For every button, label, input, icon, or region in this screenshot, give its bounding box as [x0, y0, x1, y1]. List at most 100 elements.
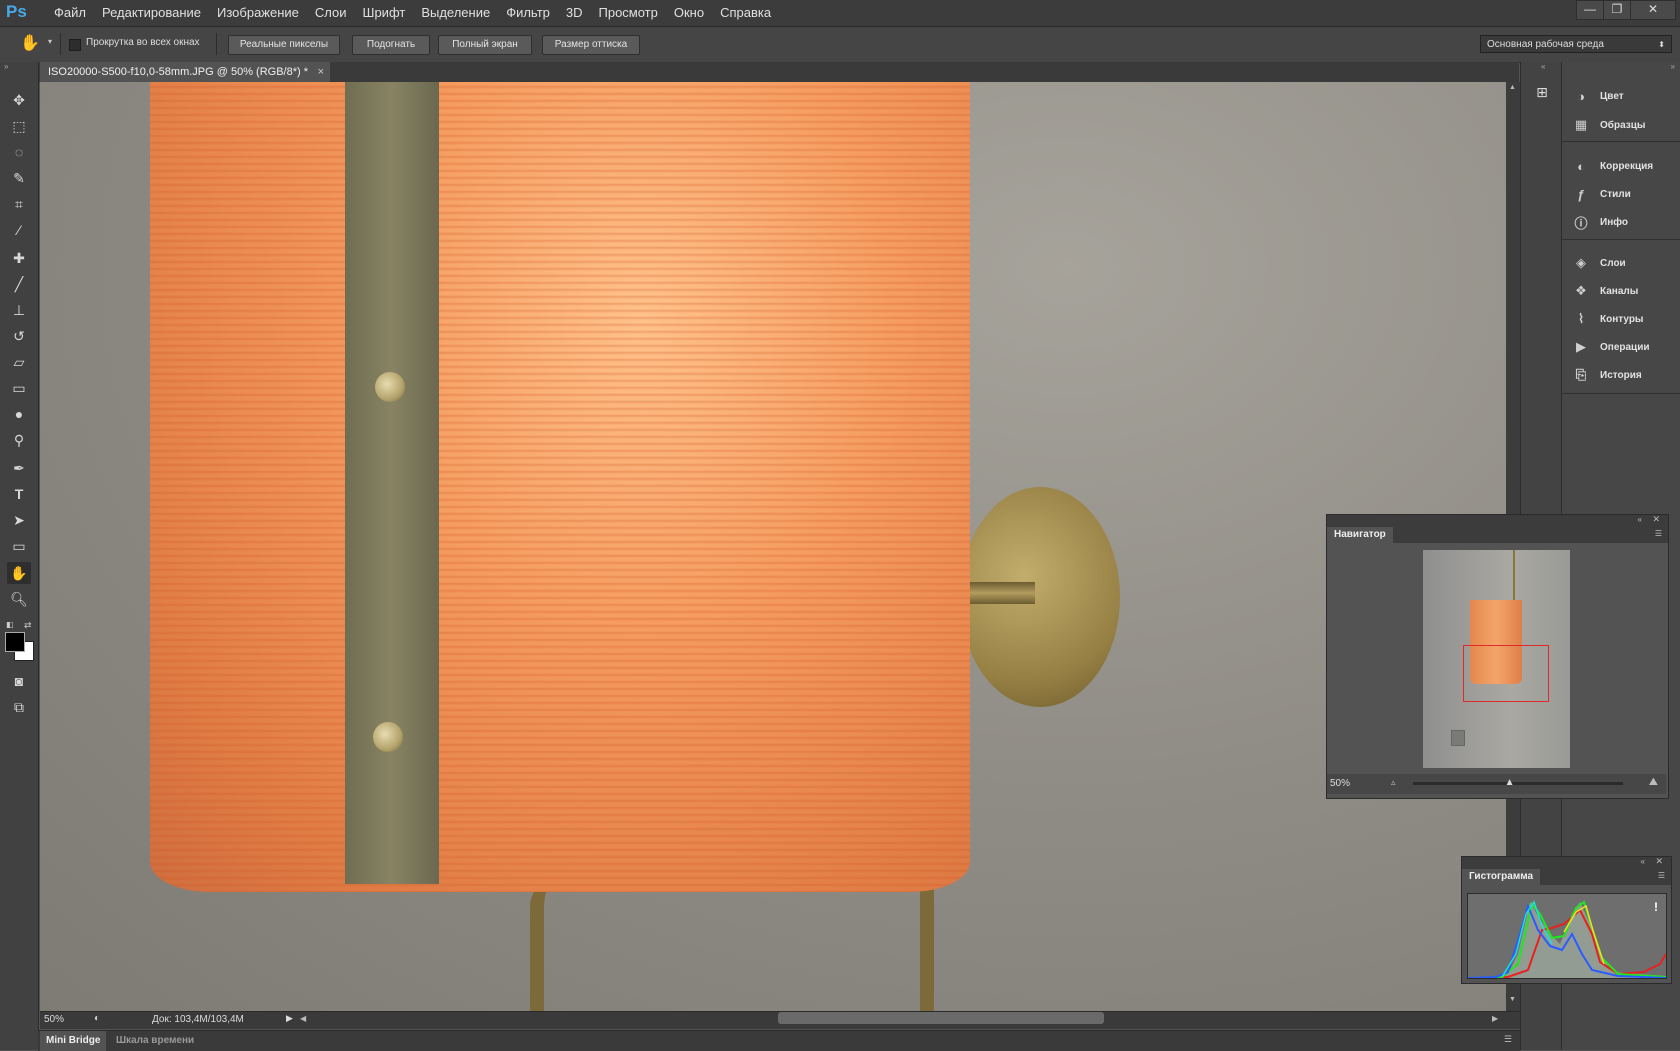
panel-menu-icon[interactable]: ☰: [1658, 871, 1665, 880]
navigator-zoom-slider-knob[interactable]: ▲: [1505, 777, 1515, 788]
document-tab[interactable]: ISO20000-S500-f10,0-58mm.JPG @ 50% (RGB/…: [40, 62, 330, 82]
path-select-tool-icon[interactable]: ➤: [7, 509, 31, 531]
panel-actions[interactable]: ▶ Операции: [1570, 335, 1650, 359]
canvas[interactable]: [40, 82, 1506, 1011]
menu-image[interactable]: Изображение: [209, 0, 307, 26]
menu-help[interactable]: Справка: [712, 0, 779, 26]
menu-3d[interactable]: 3D: [558, 0, 591, 26]
status-info-icon[interactable]: ◐: [94, 1013, 100, 1024]
collapse-toolbox-icon[interactable]: »: [4, 62, 8, 71]
navigator-zoom-slider-track[interactable]: [1413, 782, 1623, 785]
scroll-down-icon[interactable]: ▼: [1509, 996, 1516, 1003]
canvas-image-lampshade: [150, 82, 970, 892]
menu-view[interactable]: Просмотр: [591, 0, 666, 26]
panel-styles[interactable]: ƒ Стили: [1570, 182, 1630, 206]
lasso-tool-icon[interactable]: ◌: [7, 141, 31, 163]
collapse-icon[interactable]: «: [1638, 515, 1642, 524]
navigator-thumbnail[interactable]: [1423, 550, 1570, 768]
collapse-dock-icon[interactable]: «: [1541, 62, 1545, 71]
panel-swatches[interactable]: ▦ Образцы: [1570, 113, 1646, 137]
tab-histogram[interactable]: Гистограмма: [1462, 869, 1541, 885]
hand-tool-icon[interactable]: ✋: [7, 562, 31, 584]
menu-file[interactable]: Файл: [46, 0, 94, 26]
stamp-tool-icon[interactable]: ⊥: [7, 299, 31, 321]
healing-brush-tool-icon[interactable]: ✚: [7, 247, 31, 269]
close-panel-icon[interactable]: ✕: [1652, 514, 1660, 525]
blur-tool-icon[interactable]: ●: [7, 403, 31, 425]
restore-button[interactable]: ❐: [1603, 0, 1631, 20]
navigator-zoom-value[interactable]: 50%: [1330, 778, 1350, 789]
histogram-luminosity: [1468, 902, 1666, 978]
zoom-tool-icon[interactable]: 🔍︎: [7, 588, 31, 610]
histogram-cache-warning-icon[interactable]: !: [1654, 900, 1658, 914]
fill-screen-button[interactable]: Полный экран: [438, 35, 532, 55]
fit-screen-button[interactable]: Подогнать: [352, 35, 430, 55]
screen-mode-icon[interactable]: ⧉: [7, 696, 31, 718]
status-menu-arrow-icon[interactable]: ▶: [286, 1013, 293, 1024]
actual-pixels-button[interactable]: Реальные пикселы: [228, 35, 340, 55]
eraser-tool-icon[interactable]: ▱: [7, 351, 31, 373]
minimize-button[interactable]: —: [1576, 0, 1604, 20]
palette-icon: ◑: [1577, 88, 1585, 104]
close-panel-icon[interactable]: ✕: [1655, 856, 1663, 867]
type-tool-icon[interactable]: T: [7, 483, 31, 505]
collapse-icon[interactable]: «: [1641, 857, 1645, 866]
workspace-select[interactable]: Основная рабочая среда ⬍: [1480, 35, 1672, 53]
collapse-panels-icon[interactable]: »: [1671, 62, 1675, 71]
close-tab-icon[interactable]: ×: [318, 62, 324, 82]
scroll-left-icon[interactable]: ◀: [300, 1014, 306, 1023]
menu-bar: Ps Файл Редактирование Изображение Слои …: [0, 0, 1680, 27]
panel-layers[interactable]: ◈ Слои: [1570, 251, 1626, 275]
toolbox: » ✥ ⬚ ◌ ✎ ⌗ ⁄ ✚ ╱ ⊥ ↺ ▱ ▭ ● ⚲ ✒ T ➤ ▭ ✋ …: [0, 62, 39, 1050]
crop-tool-icon[interactable]: ⌗: [7, 193, 31, 215]
zoom-in-icon[interactable]: ⛰: [1649, 776, 1658, 789]
dodge-tool-icon[interactable]: ⚲: [7, 429, 31, 451]
panel-menu-icon[interactable]: ☰: [1655, 529, 1662, 538]
tab-mini-bridge[interactable]: Mini Bridge: [40, 1031, 107, 1051]
menu-edit[interactable]: Редактирование: [94, 0, 209, 26]
print-size-button[interactable]: Размер оттиска: [542, 35, 640, 55]
chevron-down-icon[interactable]: ▾: [48, 37, 52, 46]
panel-color[interactable]: ◑ Цвет: [1570, 84, 1624, 108]
scroll-right-icon[interactable]: ▶: [1492, 1014, 1498, 1023]
properties-panel-icon[interactable]: ⊞: [1531, 84, 1553, 106]
panel-paths[interactable]: ⌇ Контуры: [1570, 307, 1644, 331]
close-window-button[interactable]: ✕: [1630, 0, 1676, 20]
quick-select-tool-icon[interactable]: ✎: [7, 167, 31, 189]
tab-navigator[interactable]: Навигатор: [1327, 527, 1393, 543]
navigator-panel-header[interactable]: « ✕: [1327, 514, 1668, 527]
menu-window[interactable]: Окно: [666, 0, 712, 26]
panel-channels[interactable]: ❖ Каналы: [1570, 279, 1638, 303]
menu-select[interactable]: Выделение: [413, 0, 498, 26]
shape-tool-icon[interactable]: ▭: [7, 535, 31, 557]
brush-tool-icon[interactable]: ╱: [7, 273, 31, 295]
scroll-up-icon[interactable]: ▲: [1509, 84, 1516, 91]
history-brush-tool-icon[interactable]: ↺: [7, 325, 31, 347]
horizontal-scrollbar-thumb[interactable]: [778, 1012, 1104, 1024]
menu-filter[interactable]: Фильтр: [498, 0, 558, 26]
menu-layers[interactable]: Слои: [307, 0, 355, 26]
move-tool-icon[interactable]: ✥: [7, 89, 31, 111]
swap-colors-icon[interactable]: ⇄: [24, 620, 32, 631]
histogram-panel-header[interactable]: « ✕: [1462, 856, 1671, 869]
panel-history[interactable]: ⎘ История: [1570, 363, 1642, 387]
panel-swatches-label: Образцы: [1600, 119, 1646, 131]
panel-info[interactable]: ⓘ Инфо: [1570, 210, 1627, 234]
quick-mask-icon[interactable]: ◙: [7, 670, 31, 692]
navigator-view-box[interactable]: [1463, 645, 1549, 702]
hand-tool-preset-icon[interactable]: ✋: [20, 33, 40, 53]
default-colors-icon[interactable]: ◧: [6, 620, 14, 629]
tab-timeline[interactable]: Шкала времени: [110, 1031, 200, 1051]
foreground-color-swatch[interactable]: [5, 632, 25, 652]
zoom-out-icon[interactable]: ▵: [1391, 777, 1396, 788]
scroll-all-windows-checkbox[interactable]: [69, 39, 81, 51]
menu-type[interactable]: Шрифт: [355, 0, 414, 26]
eyedropper-tool-icon[interactable]: ⁄: [7, 219, 31, 241]
panel-menu-icon[interactable]: ☰: [1504, 1034, 1512, 1045]
channels-icon: ❖: [1575, 283, 1587, 298]
status-zoom[interactable]: 50%: [44, 1014, 64, 1025]
gradient-tool-icon[interactable]: ▭: [7, 377, 31, 399]
marquee-tool-icon[interactable]: ⬚: [7, 115, 31, 137]
pen-tool-icon[interactable]: ✒: [7, 457, 31, 479]
panel-adjustments[interactable]: ◐ Коррекция: [1570, 154, 1653, 178]
